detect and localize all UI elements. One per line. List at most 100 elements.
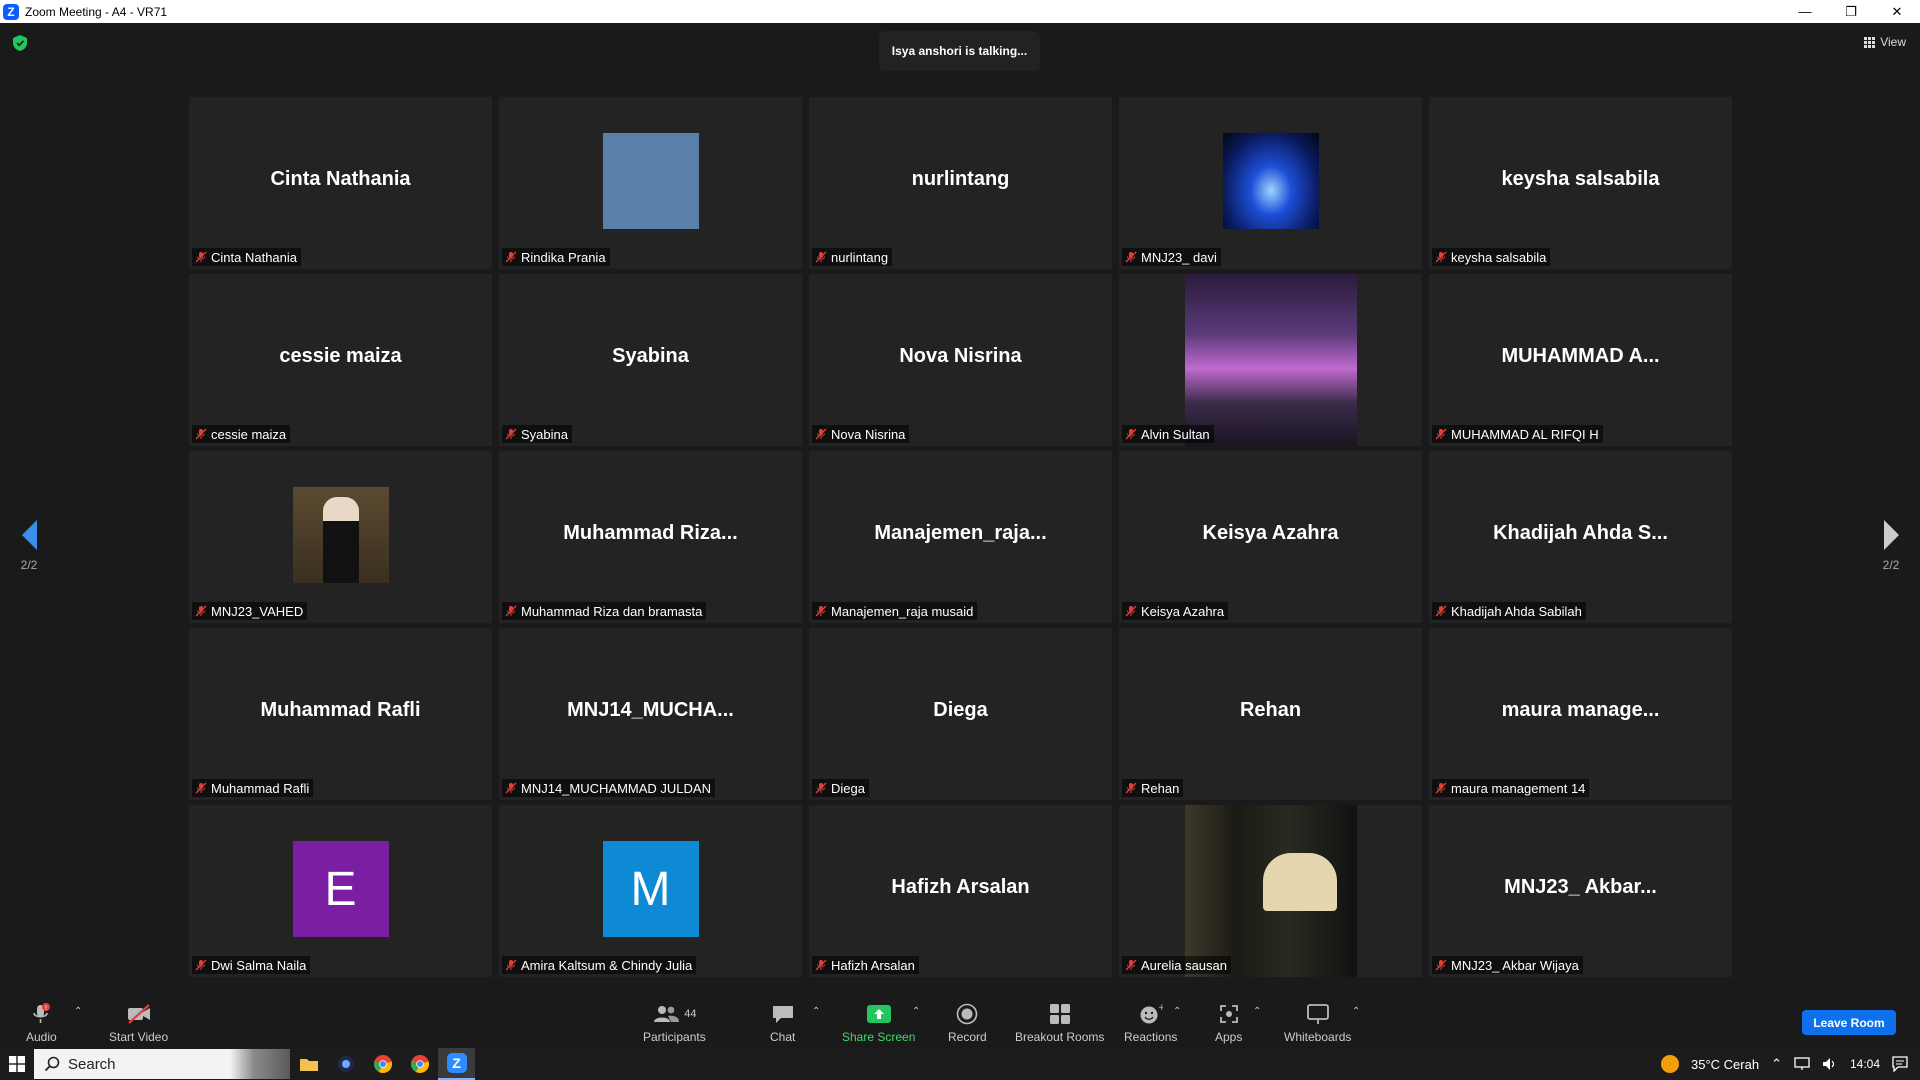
chrome-profile-icon[interactable] bbox=[401, 1048, 438, 1080]
breakout-rooms-button[interactable]: Breakout Rooms bbox=[1015, 1002, 1104, 1044]
video-off-icon bbox=[125, 1002, 153, 1026]
apps-button[interactable]: Apps bbox=[1215, 1002, 1242, 1044]
participant-tile[interactable]: Diega Diega bbox=[809, 628, 1112, 800]
participant-name: Alvin Sultan bbox=[1141, 426, 1210, 442]
participant-tile[interactable]: MUHAMMAD A... MUHAMMAD AL RIFQI H bbox=[1429, 274, 1732, 446]
reactions-options-caret-icon[interactable]: ⌃ bbox=[1173, 1006, 1181, 1017]
participant-display-name: Rehan bbox=[1239, 699, 1302, 721]
reactions-button[interactable]: + Reactions bbox=[1124, 1002, 1177, 1044]
participant-grid: Cinta Nathania Cinta Nathania Rindika Pran… bbox=[189, 97, 1733, 977]
chrome-icon[interactable] bbox=[364, 1048, 401, 1080]
share-screen-label: Share Screen bbox=[842, 1030, 916, 1044]
participant-tile[interactable]: maura manage... maura management 14 bbox=[1429, 628, 1732, 800]
participant-tile[interactable]: MNJ23_ Akbar... MNJ23_ Akbar Wijaya bbox=[1429, 805, 1732, 977]
participant-name: MNJ14_MUCHAMMAD JULDAN bbox=[521, 780, 711, 796]
participant-tile[interactable]: Aurelia sausan bbox=[1119, 805, 1422, 977]
participant-tile[interactable]: MNJ14_MUCHA... MNJ14_MUCHAMMAD JULDAN bbox=[499, 628, 802, 800]
participant-display-name: Muhammad Rafli bbox=[260, 699, 421, 721]
whiteboards-button[interactable]: Whiteboards bbox=[1284, 1002, 1351, 1044]
participant-tile[interactable]: Syabina Syabina bbox=[499, 274, 802, 446]
apps-icon bbox=[1218, 1002, 1240, 1026]
participant-tile[interactable]: keysha salsabila keysha salsabila bbox=[1429, 97, 1732, 269]
title-bar: Z Zoom Meeting - A4 - VR71 — ❐ ✕ bbox=[0, 0, 1920, 23]
camera-app-icon[interactable] bbox=[327, 1048, 364, 1080]
participants-icon bbox=[654, 1006, 680, 1022]
windows-start-icon[interactable] bbox=[0, 1048, 34, 1080]
start-video-label: Start Video bbox=[109, 1030, 169, 1044]
participants-label: Participants bbox=[643, 1030, 706, 1044]
shield-icon[interactable] bbox=[13, 35, 27, 51]
chat-bubble-icon bbox=[771, 1002, 795, 1026]
muted-mic-icon bbox=[1435, 251, 1447, 263]
audio-options-caret-icon[interactable]: ⌃ bbox=[74, 1006, 82, 1017]
participant-tile[interactable]: Muhammad Riza... Muhammad Riza dan bramas… bbox=[499, 451, 802, 623]
participant-tile[interactable]: Muhammad Rafli Muhammad Rafli bbox=[189, 628, 492, 800]
chat-options-caret-icon[interactable]: ⌃ bbox=[812, 1006, 820, 1017]
tray-chevron-icon[interactable]: ⌃ bbox=[1771, 1056, 1782, 1072]
view-button[interactable]: View bbox=[1864, 35, 1906, 49]
participants-button[interactable]: 44 Participants bbox=[643, 1002, 706, 1044]
participant-tile[interactable]: Cinta Nathania Cinta Nathania bbox=[189, 97, 492, 269]
taskbar-search-box[interactable]: Search bbox=[34, 1049, 290, 1079]
view-label: View bbox=[1880, 35, 1906, 49]
participant-tile[interactable]: MNJ23_ davi bbox=[1119, 97, 1422, 269]
participant-name-label: MNJ23_ davi bbox=[1122, 248, 1221, 266]
muted-mic-icon bbox=[195, 428, 207, 440]
participant-tile[interactable]: Alvin Sultan bbox=[1119, 274, 1422, 446]
participant-tile[interactable]: Khadijah Ahda S... Khadijah Ahda Sabilah bbox=[1429, 451, 1732, 623]
volume-icon[interactable] bbox=[1822, 1057, 1838, 1071]
muted-mic-icon bbox=[815, 959, 827, 971]
participant-name-label: Aurelia sausan bbox=[1122, 956, 1231, 974]
chat-button[interactable]: Chat bbox=[770, 1002, 795, 1044]
next-page-button[interactable]: 2/2 bbox=[1876, 520, 1906, 572]
participant-tile[interactable]: Hafizh Arsalan Hafizh Arsalan bbox=[809, 805, 1112, 977]
participant-display-name: Manajemen_raja... bbox=[874, 522, 1047, 544]
participant-tile[interactable]: Rehan Rehan bbox=[1119, 628, 1422, 800]
clock[interactable]: 14:04 bbox=[1850, 1057, 1880, 1071]
participant-tile[interactable]: nurlintang nurlintang bbox=[809, 97, 1112, 269]
record-button[interactable]: Record bbox=[948, 1002, 987, 1044]
whiteboards-options-caret-icon[interactable]: ⌃ bbox=[1352, 1006, 1360, 1017]
participant-name-label: Khadijah Ahda Sabilah bbox=[1432, 602, 1586, 620]
zoom-taskbar-icon[interactable]: Z bbox=[438, 1048, 475, 1080]
network-icon[interactable] bbox=[1794, 1057, 1810, 1071]
participant-tile[interactable]: cessie maiza cessie maiza bbox=[189, 274, 492, 446]
profile-picture bbox=[1184, 805, 1357, 977]
participant-tile[interactable]: Rindika Prania bbox=[499, 97, 802, 269]
share-screen-button[interactable]: Share Screen bbox=[842, 1002, 915, 1044]
participant-name: Rehan bbox=[1141, 780, 1180, 796]
participant-name: Manajemen_raja musaid bbox=[831, 603, 974, 619]
profile-avatar: M bbox=[602, 841, 699, 937]
start-video-button[interactable]: Start Video bbox=[109, 1002, 168, 1044]
participant-display-name: Khadijah Ahda S... bbox=[1493, 522, 1668, 544]
weather-text[interactable]: 35°C Cerah bbox=[1691, 1057, 1759, 1072]
muted-mic-icon bbox=[195, 959, 207, 971]
muted-mic-icon bbox=[505, 428, 517, 440]
previous-page-button[interactable]: 2/2 bbox=[14, 520, 44, 572]
participant-tile[interactable]: E Dwi Salma Naila bbox=[189, 805, 492, 977]
share-options-caret-icon[interactable]: ⌃ bbox=[912, 1006, 920, 1017]
minimize-button[interactable]: — bbox=[1782, 0, 1828, 23]
right-arrow-icon bbox=[1883, 520, 1899, 550]
audio-button[interactable]: ! Audio bbox=[26, 1002, 57, 1044]
participant-name-label: MNJ23_VAHED bbox=[192, 602, 308, 620]
file-explorer-icon[interactable] bbox=[290, 1048, 327, 1080]
participant-tile[interactable]: Keisya Azahra Keisya Azahra bbox=[1119, 451, 1422, 623]
apps-label: Apps bbox=[1215, 1030, 1243, 1044]
participant-tile[interactable]: Manajemen_raja... Manajemen_raja musaid bbox=[809, 451, 1112, 623]
participant-tile[interactable]: MNJ23_VAHED bbox=[189, 451, 492, 623]
leave-room-button[interactable]: Leave Room bbox=[1802, 1010, 1896, 1035]
restore-button[interactable]: ❐ bbox=[1828, 0, 1874, 23]
participant-tile[interactable]: M Amira Kaltsum & Chindy Julia bbox=[499, 805, 802, 977]
muted-microphone-icon: ! bbox=[29, 1002, 53, 1026]
notifications-icon[interactable] bbox=[1892, 1056, 1908, 1072]
participant-name-label: cessie maiza bbox=[192, 425, 291, 443]
apps-options-caret-icon[interactable]: ⌃ bbox=[1253, 1006, 1261, 1017]
close-button[interactable]: ✕ bbox=[1874, 0, 1920, 23]
participant-name-label: Cinta Nathania bbox=[192, 248, 301, 266]
muted-mic-icon bbox=[1125, 959, 1137, 971]
participant-display-name: maura manage... bbox=[1501, 699, 1660, 721]
participant-tile[interactable]: Nova Nisrina Nova Nisrina bbox=[809, 274, 1112, 446]
search-placeholder: Search bbox=[68, 1055, 116, 1073]
left-arrow-icon bbox=[21, 520, 37, 550]
